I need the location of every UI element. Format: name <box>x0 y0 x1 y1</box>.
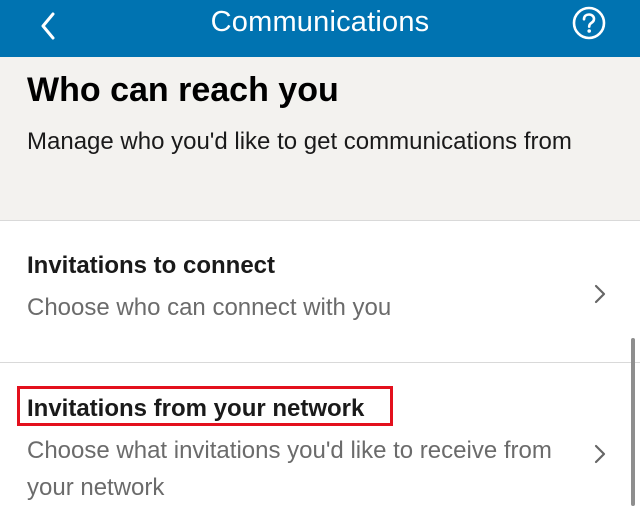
scrollbar[interactable] <box>631 338 635 506</box>
section-header: Who can reach you Manage who you'd like … <box>0 57 640 221</box>
invitations-to-connect-row[interactable]: Invitations to connect Choose who can co… <box>0 221 640 363</box>
row-title: Invitations from your network <box>27 395 365 422</box>
page-title: Communications <box>210 6 430 38</box>
row-subtitle: Choose what invitations you'd like to re… <box>27 437 552 501</box>
top-navigation-bar: Communications <box>0 0 640 57</box>
communications-screen: Communications Who can reach you Manage … <box>0 0 640 507</box>
section-description: Manage who you'd like to get communicati… <box>27 128 572 155</box>
invitations-from-your-network-row[interactable]: Invitations from your network Choose wha… <box>0 363 640 507</box>
chevron-right-icon <box>594 284 606 304</box>
section-title: Who can reach you <box>27 71 339 109</box>
help-button[interactable] <box>572 6 606 40</box>
help-circle-icon <box>572 6 606 40</box>
row-subtitle: Choose who can connect with you <box>27 294 392 321</box>
row-title: Invitations to connect <box>27 252 276 279</box>
chevron-right-icon <box>594 444 606 464</box>
